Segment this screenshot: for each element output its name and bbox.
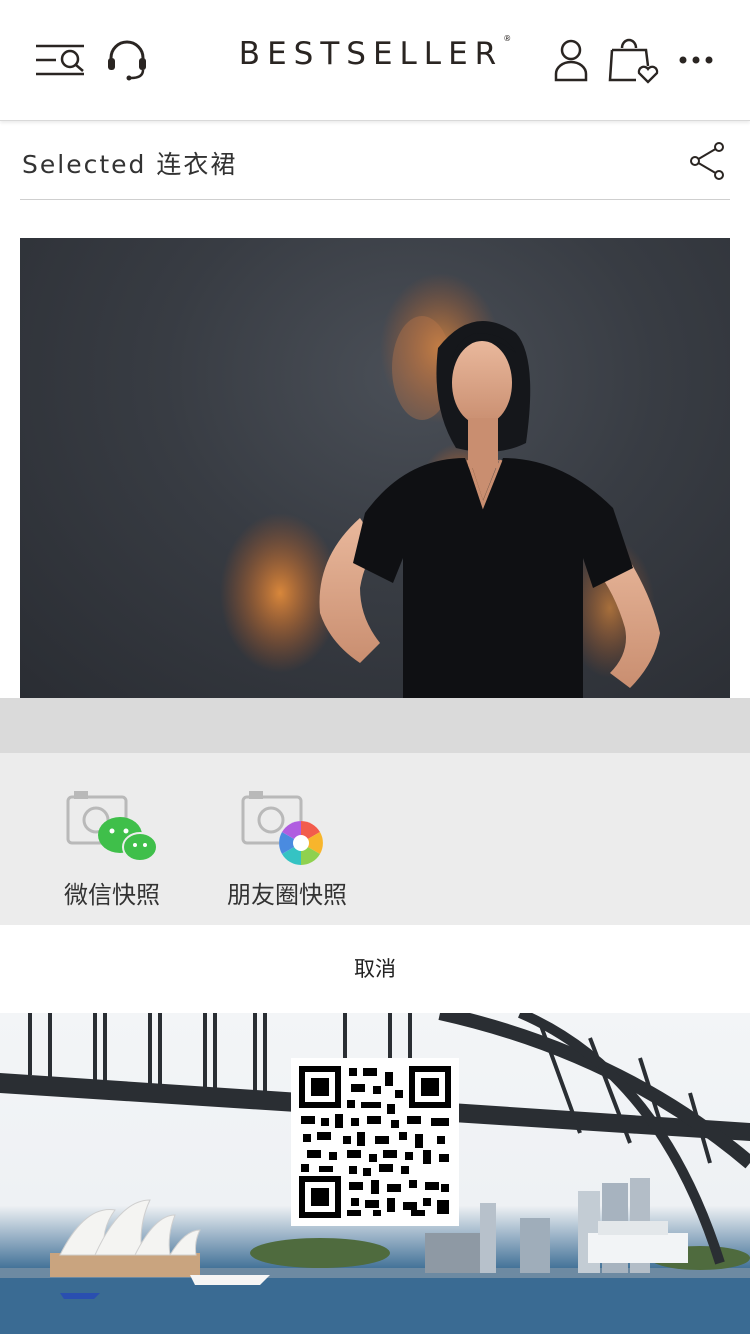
share-option-label: 朋友圈快照 bbox=[227, 881, 347, 909]
moments-snapshot-icon bbox=[241, 787, 333, 867]
more-dots-icon[interactable] bbox=[667, 30, 727, 90]
share-icon[interactable] bbox=[688, 141, 728, 181]
brand-registered-mark: ® bbox=[503, 34, 512, 43]
app-header: BESTSELLER® bbox=[0, 0, 750, 121]
category-title: Selected 连衣裙 bbox=[22, 150, 238, 179]
shopping-bag-heart-icon[interactable] bbox=[605, 30, 665, 90]
user-icon[interactable] bbox=[541, 30, 601, 90]
wechat-snapshot-icon bbox=[66, 787, 158, 867]
qr-code bbox=[291, 1058, 459, 1226]
brand-text: BESTSELLER bbox=[238, 36, 504, 72]
category-bar: Selected 连衣裙 bbox=[20, 121, 730, 200]
hero-model-image[interactable] bbox=[20, 238, 730, 698]
share-option-wechat[interactable]: 微信快照 bbox=[42, 787, 182, 910]
share-option-moments[interactable]: 朋友圈快照 bbox=[217, 787, 357, 910]
share-sheet: 微信快照 朋友圈快照 bbox=[0, 753, 750, 925]
modal-backdrop[interactable] bbox=[0, 698, 750, 753]
cancel-button[interactable]: 取消 bbox=[0, 925, 750, 1013]
share-option-label: 微信快照 bbox=[64, 881, 160, 909]
